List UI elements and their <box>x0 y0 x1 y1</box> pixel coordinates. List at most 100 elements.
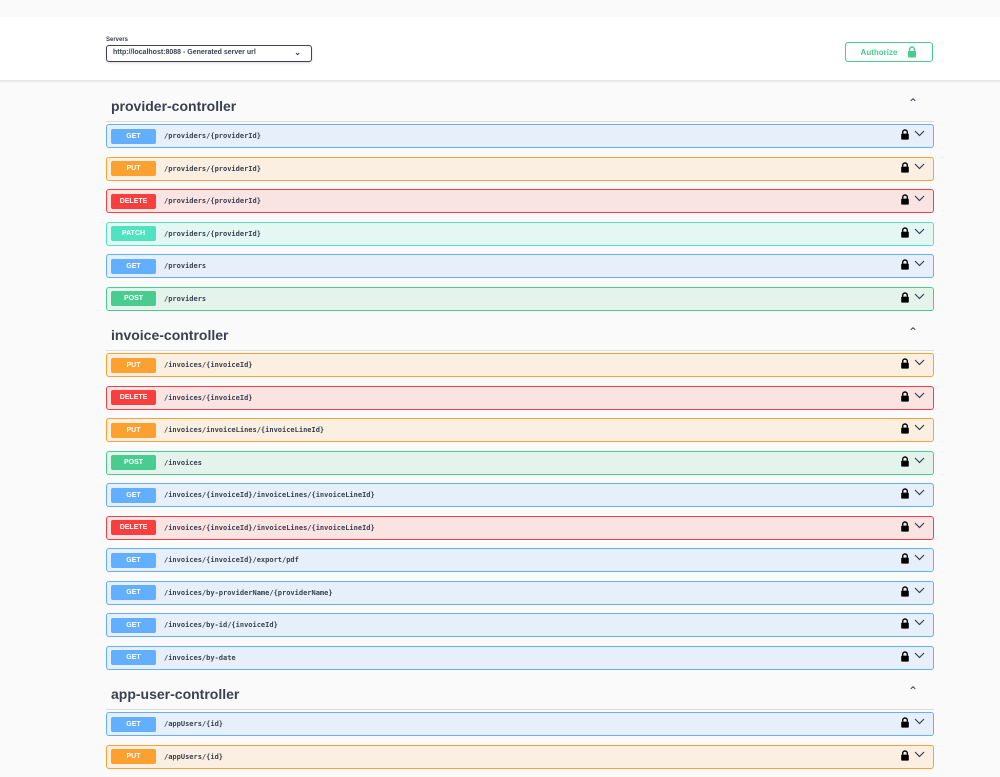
method-badge: DELETE <box>111 520 156 535</box>
operation-get[interactable]: GET/invoices/by-date <box>106 645 934 670</box>
lock-icon[interactable] <box>900 161 910 173</box>
tag-section-header[interactable]: app-user-controller ⌃ <box>106 678 934 710</box>
chevron-down-icon: ⌄ <box>294 48 301 57</box>
operation-path: /providers/{providerId} <box>164 132 261 140</box>
lock-icon <box>907 46 917 58</box>
lock-icon[interactable] <box>900 390 910 402</box>
chevron-down-icon[interactable] <box>914 456 925 467</box>
chevron-down-icon[interactable] <box>914 391 925 402</box>
operation-path: /invoices/{invoiceId}/invoiceLines/{invo… <box>164 523 375 532</box>
operation-controls <box>900 259 925 270</box>
operation-path: /invoices/invoiceLines/{invoiceLineId} <box>164 426 325 434</box>
lock-icon[interactable] <box>900 618 910 629</box>
operation-path: /invoices/{invoiceId} <box>164 361 253 369</box>
operation-path: /invoices/by-id/{invoiceId} <box>164 621 278 629</box>
chevron-down-icon[interactable] <box>914 129 925 140</box>
tag-title: app-user-controller <box>111 686 240 702</box>
operation-post[interactable]: POST/invoices <box>106 450 934 475</box>
lock-icon[interactable] <box>900 717 910 728</box>
chevron-down-icon[interactable] <box>914 162 925 173</box>
lock-icon[interactable] <box>900 423 910 434</box>
chevron-down-icon[interactable] <box>914 423 925 434</box>
chevron-down-icon[interactable] <box>914 259 925 270</box>
lock-icon[interactable] <box>900 226 910 238</box>
operation-put[interactable]: PUT/appUsers/{id} <box>106 744 934 769</box>
servers-select-value: http://localhost:8088 - Generated server… <box>113 49 256 56</box>
lock-icon[interactable] <box>900 129 910 140</box>
operation-delete[interactable]: DELETE/invoices/{invoiceId} <box>106 385 934 410</box>
operation-controls <box>900 291 925 303</box>
lock-icon[interactable] <box>900 488 910 499</box>
chevron-down-icon[interactable] <box>914 292 925 303</box>
chevron-down-icon[interactable] <box>914 227 925 238</box>
operation-post[interactable]: POST/providers <box>106 286 934 311</box>
lock-icon[interactable] <box>900 291 910 303</box>
top-strip <box>0 0 1000 17</box>
operation-put[interactable]: PUT/invoices/invoiceLines/{invoiceLineId… <box>106 418 934 442</box>
chevron-up-icon[interactable]: ⌃ <box>908 684 918 698</box>
tag-section-header[interactable]: invoice-controller ⌃ <box>106 319 934 351</box>
authorize-button[interactable]: Authorize <box>845 42 933 62</box>
tag-section-header[interactable]: provider-controller ⌃ <box>106 90 934 122</box>
chevron-down-icon[interactable] <box>914 194 925 205</box>
lock-icon[interactable] <box>900 455 910 467</box>
chevron-down-icon[interactable] <box>914 521 925 532</box>
operation-path: /providers/{providerId} <box>164 197 261 205</box>
operation-controls <box>900 520 925 532</box>
method-badge: GET <box>111 258 156 274</box>
operation-put[interactable]: PUT/providers/{providerId} <box>106 156 934 181</box>
operation-path: /providers <box>164 294 207 303</box>
lock-icon[interactable] <box>900 194 910 205</box>
operation-path: /invoices/{invoiceId}/export/pdf <box>164 556 299 564</box>
servers-select[interactable]: http://localhost:8088 - Generated server… <box>106 45 312 62</box>
authorize-label: Authorize <box>860 47 898 57</box>
lock-icon[interactable] <box>900 650 910 662</box>
operation-get[interactable]: GET/invoices/by-providerName/{providerNa… <box>106 580 934 605</box>
method-badge: PUT <box>111 422 156 438</box>
chevron-down-icon[interactable] <box>914 651 925 662</box>
operation-path: /invoices/{invoiceId}/invoiceLines/{invo… <box>164 491 375 499</box>
operation-controls <box>900 585 925 597</box>
lock-icon[interactable] <box>900 749 910 761</box>
operation-get[interactable]: GET/invoices/by-id/{invoiceId} <box>106 613 934 637</box>
chevron-up-icon[interactable]: ⌃ <box>908 325 918 339</box>
chevron-down-icon[interactable] <box>914 586 925 597</box>
chevron-down-icon[interactable] <box>914 618 925 629</box>
operation-controls <box>900 749 925 761</box>
chevron-down-icon[interactable] <box>914 750 925 761</box>
method-badge: GET <box>111 650 156 665</box>
operation-controls <box>900 618 925 629</box>
chevron-down-icon[interactable] <box>914 717 925 728</box>
lock-icon[interactable] <box>900 259 910 270</box>
lock-icon[interactable] <box>900 553 910 564</box>
operation-path: /invoices/by-providerName/{providerName} <box>164 588 333 597</box>
operation-get[interactable]: GET/providers <box>106 254 934 278</box>
operation-patch[interactable]: PATCH/providers/{providerId} <box>106 221 934 246</box>
operation-delete[interactable]: DELETE/providers/{providerId} <box>106 189 934 213</box>
server-scheme-bar: Servers http://localhost:8088 - Generate… <box>0 17 1000 81</box>
method-badge: PUT <box>111 357 156 373</box>
chevron-up-icon[interactable]: ⌃ <box>908 96 918 110</box>
operation-controls <box>900 390 925 402</box>
operation-get[interactable]: GET/providers/{providerId} <box>106 124 934 148</box>
method-badge: PUT <box>111 161 156 176</box>
operations-list: provider-controller ⌃ GET/providers/{provi… <box>106 90 934 777</box>
operation-delete[interactable]: DELETE/invoices/{invoiceId}/invoiceLines… <box>106 515 934 540</box>
operation-path: /providers/{providerId} <box>164 164 261 173</box>
servers-label: Servers <box>106 37 129 43</box>
method-badge: GET <box>111 617 156 633</box>
operation-put[interactable]: PUT/invoices/{invoiceId} <box>106 353 934 377</box>
method-badge: PATCH <box>111 226 156 241</box>
operation-get[interactable]: GET/appUsers/{id} <box>106 712 934 736</box>
chevron-down-icon[interactable] <box>914 358 925 369</box>
lock-icon[interactable] <box>900 358 910 369</box>
operation-controls <box>900 194 925 205</box>
chevron-down-icon[interactable] <box>914 553 925 564</box>
chevron-down-icon[interactable] <box>914 488 925 499</box>
method-badge: POST <box>111 455 156 470</box>
operation-get[interactable]: GET/invoices/{invoiceId}/invoiceLines/{i… <box>106 483 934 507</box>
method-badge: DELETE <box>111 390 156 405</box>
lock-icon[interactable] <box>900 585 910 597</box>
lock-icon[interactable] <box>900 520 910 532</box>
operation-get[interactable]: GET/invoices/{invoiceId}/export/pdf <box>106 548 934 572</box>
